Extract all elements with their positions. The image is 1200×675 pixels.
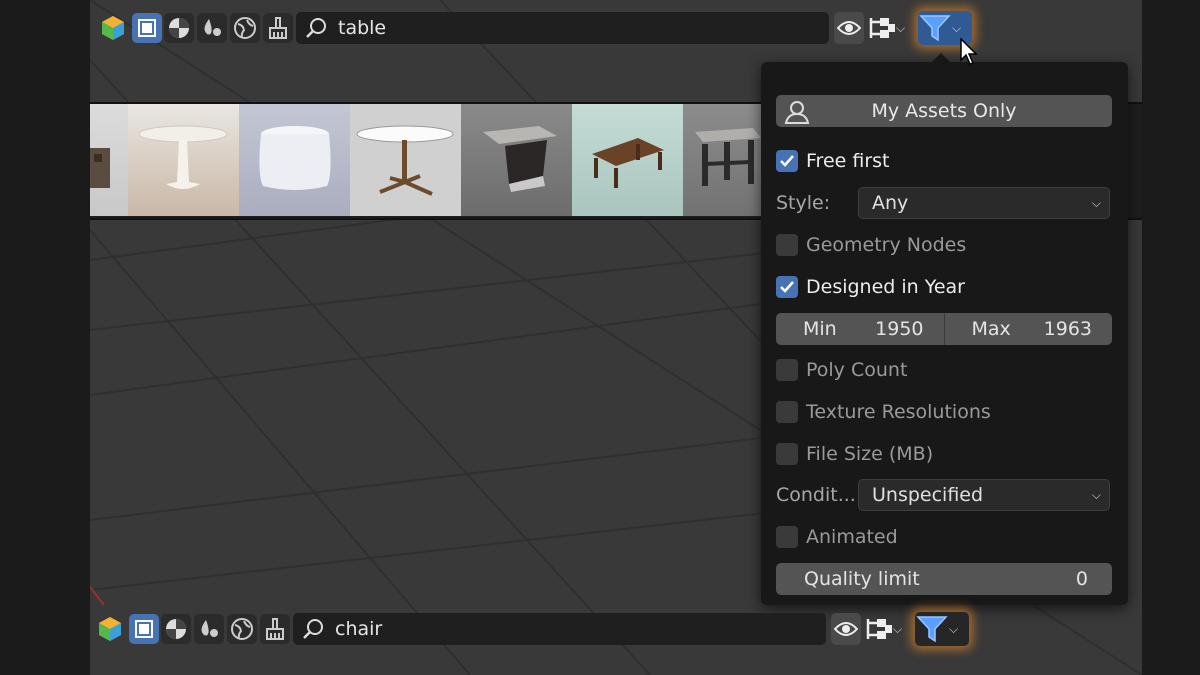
quality-limit-slider[interactable]: Quality limit 0 bbox=[776, 563, 1112, 595]
search-icon bbox=[303, 619, 323, 639]
checkbox-box[interactable] bbox=[776, 526, 798, 548]
checkmark-icon[interactable] bbox=[776, 276, 798, 298]
left-dark-margin bbox=[0, 0, 90, 675]
filter-dropdown-button[interactable]: ⌵ bbox=[915, 612, 969, 646]
filter-funnel-icon bbox=[919, 15, 951, 42]
material-sphere-icon[interactable] bbox=[161, 614, 191, 644]
asset-thumbnail[interactable] bbox=[572, 104, 683, 216]
checkbox-box[interactable] bbox=[776, 401, 798, 423]
year-min-label: Min bbox=[803, 318, 837, 340]
asset-hexagon-icon[interactable] bbox=[98, 13, 128, 43]
filter-popup: My Assets Only Free first Style: Any ⌵ G… bbox=[761, 53, 1128, 605]
file-size-label: File Size (MB) bbox=[806, 443, 934, 465]
quality-limit-label: Quality limit bbox=[804, 568, 920, 590]
hierarchy-icon bbox=[866, 619, 892, 639]
world-icon[interactable] bbox=[227, 614, 257, 644]
chevron-down-icon: ⌵ bbox=[893, 621, 903, 636]
filter-funnel-icon bbox=[916, 616, 948, 643]
chevron-down-icon: ⌵ bbox=[1091, 195, 1101, 210]
free-first-checkbox[interactable]: Free first bbox=[776, 145, 1112, 177]
search-field-bottom[interactable]: chair bbox=[293, 613, 826, 645]
checkbox-box[interactable] bbox=[776, 443, 798, 465]
brush-icon[interactable] bbox=[263, 13, 293, 43]
checkmark-icon[interactable] bbox=[776, 150, 798, 172]
year-max-value: 1963 bbox=[1043, 318, 1092, 340]
chevron-down-icon: ⌵ bbox=[949, 621, 959, 636]
designed-in-year-label: Designed in Year bbox=[806, 276, 965, 298]
checkbox-box[interactable] bbox=[776, 234, 798, 256]
my-assets-only-label: My Assets Only bbox=[871, 100, 1017, 122]
condition-label: Condit... bbox=[776, 484, 856, 506]
eye-icon[interactable] bbox=[831, 613, 861, 645]
drops-icon[interactable] bbox=[194, 614, 224, 644]
file-size-checkbox[interactable]: File Size (MB) bbox=[776, 438, 1112, 470]
animated-label: Animated bbox=[806, 526, 898, 548]
animated-checkbox[interactable]: Animated bbox=[776, 521, 1112, 553]
geometry-nodes-label: Geometry Nodes bbox=[806, 234, 967, 256]
free-first-label: Free first bbox=[806, 150, 890, 172]
quality-limit-value: 0 bbox=[1075, 568, 1088, 590]
world-icon[interactable] bbox=[230, 13, 260, 43]
asset-thumbnail[interactable] bbox=[350, 104, 461, 216]
style-row: Style: Any ⌵ bbox=[776, 187, 1112, 219]
hierarchy-dropdown[interactable]: ⌵ bbox=[865, 613, 913, 645]
hierarchy-dropdown[interactable]: ⌵ bbox=[868, 12, 916, 44]
geometry-nodes-checkbox[interactable]: Geometry Nodes bbox=[776, 229, 1112, 261]
mouse-cursor-icon bbox=[960, 38, 978, 65]
style-label: Style: bbox=[776, 192, 831, 214]
chevron-down-icon: ⌵ bbox=[896, 20, 906, 35]
eye-icon[interactable] bbox=[834, 12, 864, 44]
texture-resolutions-checkbox[interactable]: Texture Resolutions bbox=[776, 396, 1112, 428]
year-max-label: Max bbox=[971, 318, 1011, 340]
chevron-down-icon: ⌵ bbox=[952, 20, 962, 35]
right-dark-margin bbox=[1142, 0, 1200, 675]
hierarchy-icon bbox=[869, 18, 895, 38]
year-min-value: 1950 bbox=[875, 318, 924, 340]
select-box-icon[interactable] bbox=[132, 13, 162, 43]
condition-value: Unspecified bbox=[872, 484, 984, 506]
asset-thumbnail[interactable] bbox=[461, 104, 572, 216]
my-assets-only-button[interactable]: My Assets Only bbox=[776, 95, 1112, 127]
search-input-value[interactable]: table bbox=[338, 17, 386, 39]
material-sphere-icon[interactable] bbox=[164, 13, 194, 43]
year-range-field: Min 1950 Max 1963 bbox=[776, 313, 1112, 345]
condition-row: Condit... Unspecified ⌵ bbox=[776, 479, 1112, 511]
chevron-down-icon: ⌵ bbox=[1091, 487, 1101, 502]
style-dropdown[interactable]: Any ⌵ bbox=[858, 187, 1110, 219]
year-min-field[interactable]: Min 1950 bbox=[776, 313, 944, 345]
drops-icon[interactable] bbox=[197, 13, 227, 43]
asset-thumbnail[interactable] bbox=[128, 104, 239, 216]
search-input-value[interactable]: chair bbox=[335, 618, 382, 640]
user-icon bbox=[784, 101, 810, 124]
popup-pointer bbox=[931, 53, 951, 63]
designed-in-year-checkbox[interactable]: Designed in Year bbox=[776, 271, 1112, 303]
asset-thumbnail[interactable] bbox=[90, 104, 128, 216]
year-max-field[interactable]: Max 1963 bbox=[945, 313, 1113, 345]
select-box-icon[interactable] bbox=[129, 614, 159, 644]
asset-thumbnail[interactable] bbox=[683, 104, 761, 216]
poly-count-checkbox[interactable]: Poly Count bbox=[776, 354, 1112, 386]
checkbox-box[interactable] bbox=[776, 359, 798, 381]
search-field-top[interactable]: table bbox=[296, 12, 829, 44]
asset-thumbnail[interactable] bbox=[239, 104, 350, 216]
asset-hexagon-icon[interactable] bbox=[95, 614, 125, 644]
poly-count-label: Poly Count bbox=[806, 359, 908, 381]
style-value: Any bbox=[872, 192, 909, 214]
texture-resolutions-label: Texture Resolutions bbox=[806, 401, 991, 423]
condition-dropdown[interactable]: Unspecified ⌵ bbox=[858, 479, 1110, 511]
search-icon bbox=[306, 18, 326, 38]
brush-icon[interactable] bbox=[260, 614, 290, 644]
